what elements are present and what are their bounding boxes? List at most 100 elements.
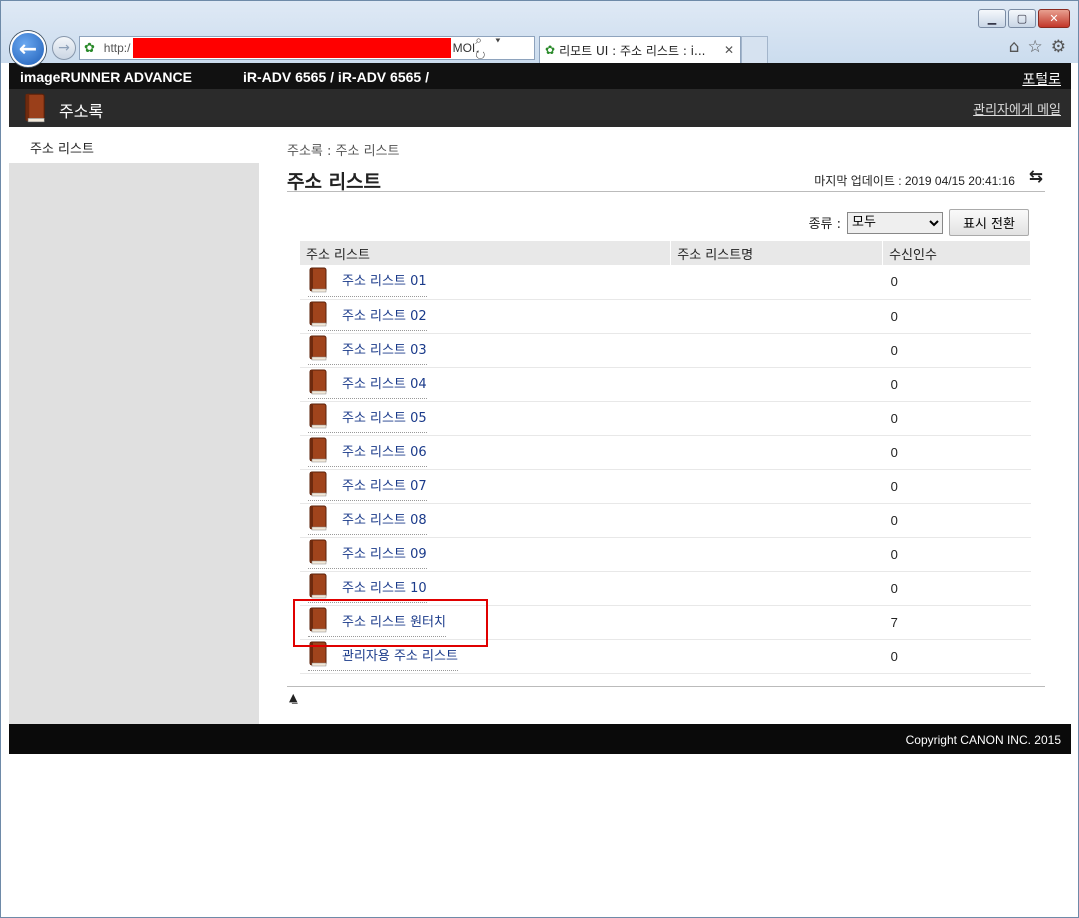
address-list-name[interactable]: 주소 리스트 04	[342, 373, 427, 392]
list-name-cell	[670, 571, 883, 606]
address-bar[interactable]: ✿ http:/ MOI ⌕ ▾ ↻	[79, 33, 535, 63]
arrow-right-icon: →	[58, 40, 70, 56]
section-title: 주소록	[59, 102, 104, 121]
url-tail: MOI	[452, 41, 476, 55]
address-list-name[interactable]: 주소 리스트 10	[342, 577, 427, 596]
tab-close-icon[interactable]: ✕	[724, 43, 734, 57]
table-row: 주소 리스트 08 0	[300, 503, 1031, 538]
title-divider	[287, 191, 1045, 192]
recipient-count-cell: 0	[882, 367, 1031, 402]
footer: Copyright CANON INC. 2015	[9, 724, 1071, 754]
address-list-link[interactable]: 주소 리스트 03	[308, 335, 427, 365]
address-controls[interactable]: ⌕ ▾ ↻	[475, 33, 528, 63]
address-list-link[interactable]: 주소 리스트 07	[308, 471, 427, 501]
list-name-cell	[670, 503, 883, 538]
address-list-cell: 주소 리스트 09	[300, 537, 671, 572]
recipient-count-cell: 7	[882, 605, 1031, 640]
recipient-count-cell: 0	[882, 265, 1031, 300]
filter-bar: 종류 : 모두 표시 전환	[809, 209, 1029, 236]
address-list-link[interactable]: 주소 리스트 06	[308, 437, 427, 467]
breadcrumb: 주소록 : 주소 리스트	[287, 144, 400, 159]
filter-label: 종류 :	[808, 217, 841, 232]
settings-gear-icon[interactable]: ⚙	[1051, 37, 1066, 57]
section-header: 주소록 관리자에게 메일	[9, 89, 1071, 127]
list-name-cell	[670, 537, 883, 572]
address-list-name[interactable]: 주소 리스트 02	[342, 305, 427, 324]
address-book-icon	[308, 403, 328, 429]
table-row: 주소 리스트 05 0	[300, 401, 1031, 436]
list-name-cell	[670, 401, 883, 436]
refresh-icon[interactable]: ⇆	[1029, 167, 1043, 187]
address-list-link[interactable]: 주소 리스트 04	[308, 369, 427, 399]
sidebar: 주소 리스트	[9, 127, 259, 724]
address-list-name[interactable]: 주소 리스트 03	[342, 339, 427, 358]
list-name-cell	[670, 299, 883, 334]
sidebar-item-address-list[interactable]: 주소 리스트	[9, 127, 259, 163]
address-list-name[interactable]: 주소 리스트 05	[342, 407, 427, 426]
address-list-link[interactable]: 주소 리스트 02	[308, 301, 427, 331]
page-title: 주소 리스트	[287, 171, 382, 193]
last-updated: 마지막 업데이트 : 2019 04/15 20:41:16	[814, 174, 1015, 188]
list-name-cell	[670, 435, 883, 470]
recipient-count-cell: 0	[882, 639, 1031, 674]
address-list-name[interactable]: 주소 리스트 08	[342, 509, 427, 528]
forward-button[interactable]: →	[52, 36, 76, 60]
address-book-icon	[308, 505, 328, 531]
minimize-button[interactable]: ▁	[978, 9, 1006, 28]
address-book-icon	[308, 437, 328, 463]
column-header-list-name: 주소 리스트명	[670, 241, 884, 265]
main-content: 주소록 : 주소 리스트 주소 리스트 마지막 업데이트 : 2019 04/1…	[259, 127, 1071, 724]
address-list-link[interactable]: 주소 리스트 01	[308, 267, 427, 297]
list-name-cell	[670, 265, 883, 300]
address-list-name[interactable]: 주소 리스트 01	[342, 270, 427, 289]
recipient-count-cell: 0	[882, 469, 1031, 504]
address-list-link[interactable]: 주소 리스트 09	[308, 539, 427, 569]
address-list-link[interactable]: 주소 리스트 08	[308, 505, 427, 535]
table-row: 주소 리스트 02 0	[300, 299, 1031, 334]
address-list-link[interactable]: 주소 리스트 05	[308, 403, 427, 433]
address-list-cell: 주소 리스트 02	[300, 299, 671, 334]
brand-name: imageRUNNER ADVANCE	[20, 69, 192, 85]
address-list-cell: 주소 리스트 03	[300, 333, 671, 368]
admin-mail-link[interactable]: 관리자에게 메일	[973, 99, 1061, 118]
address-book-icon	[21, 93, 49, 127]
new-tab-button[interactable]	[741, 36, 768, 63]
tab-favicon-icon: ✿	[545, 43, 556, 57]
home-icon[interactable]: ⌂	[1009, 37, 1020, 57]
address-book-icon	[308, 539, 328, 565]
address-list-cell: 주소 리스트 08	[300, 503, 671, 538]
address-list-name[interactable]: 주소 리스트 06	[342, 441, 427, 460]
highlight-box	[293, 599, 488, 647]
arrow-left-icon: ←	[18, 36, 38, 62]
address-book-icon	[308, 369, 328, 395]
close-window-button[interactable]: ✕	[1038, 9, 1070, 28]
recipient-count-cell: 0	[882, 435, 1031, 470]
browser-tab[interactable]: ✿ 리모트 UI : 주소 리스트 : i... ✕	[539, 36, 741, 63]
list-name-cell	[670, 605, 883, 640]
address-list-cell: 주소 리스트 06	[300, 435, 671, 470]
address-list-name[interactable]: 주소 리스트 09	[342, 543, 427, 562]
maximize-button[interactable]: ▢	[1008, 9, 1036, 28]
recipient-count-cell: 0	[882, 571, 1031, 606]
site-favicon-icon: ✿	[84, 40, 95, 55]
list-name-cell	[670, 639, 883, 674]
tab-title: 리모트 UI : 주소 리스트 : i...	[559, 43, 706, 58]
back-button[interactable]: ←	[10, 31, 46, 67]
address-list-name[interactable]: 관리자용 주소 리스트	[342, 645, 458, 664]
portal-link[interactable]: 포털로	[1022, 69, 1061, 89]
type-select[interactable]: 모두	[847, 211, 943, 234]
switch-display-button[interactable]: 표시 전환	[949, 209, 1029, 236]
copyright: Copyright CANON INC. 2015	[905, 733, 1061, 747]
table-row: 주소 리스트 06 0	[300, 435, 1031, 470]
table-row: 주소 리스트 07 0	[300, 469, 1031, 504]
recipient-count-cell: 0	[882, 401, 1031, 436]
column-header-address-list: 주소 리스트	[300, 241, 672, 265]
list-name-cell	[670, 367, 883, 402]
favorites-star-icon[interactable]: ☆	[1028, 37, 1043, 57]
window-controls: ▁ ▢ ✕	[976, 9, 1070, 28]
list-name-cell	[670, 333, 883, 368]
address-list-name[interactable]: 주소 리스트 07	[342, 475, 427, 494]
recipient-count-cell: 0	[882, 333, 1031, 368]
recipient-count-cell: 0	[882, 537, 1031, 572]
back-to-top-icon[interactable]: ▲̲	[289, 691, 297, 704]
